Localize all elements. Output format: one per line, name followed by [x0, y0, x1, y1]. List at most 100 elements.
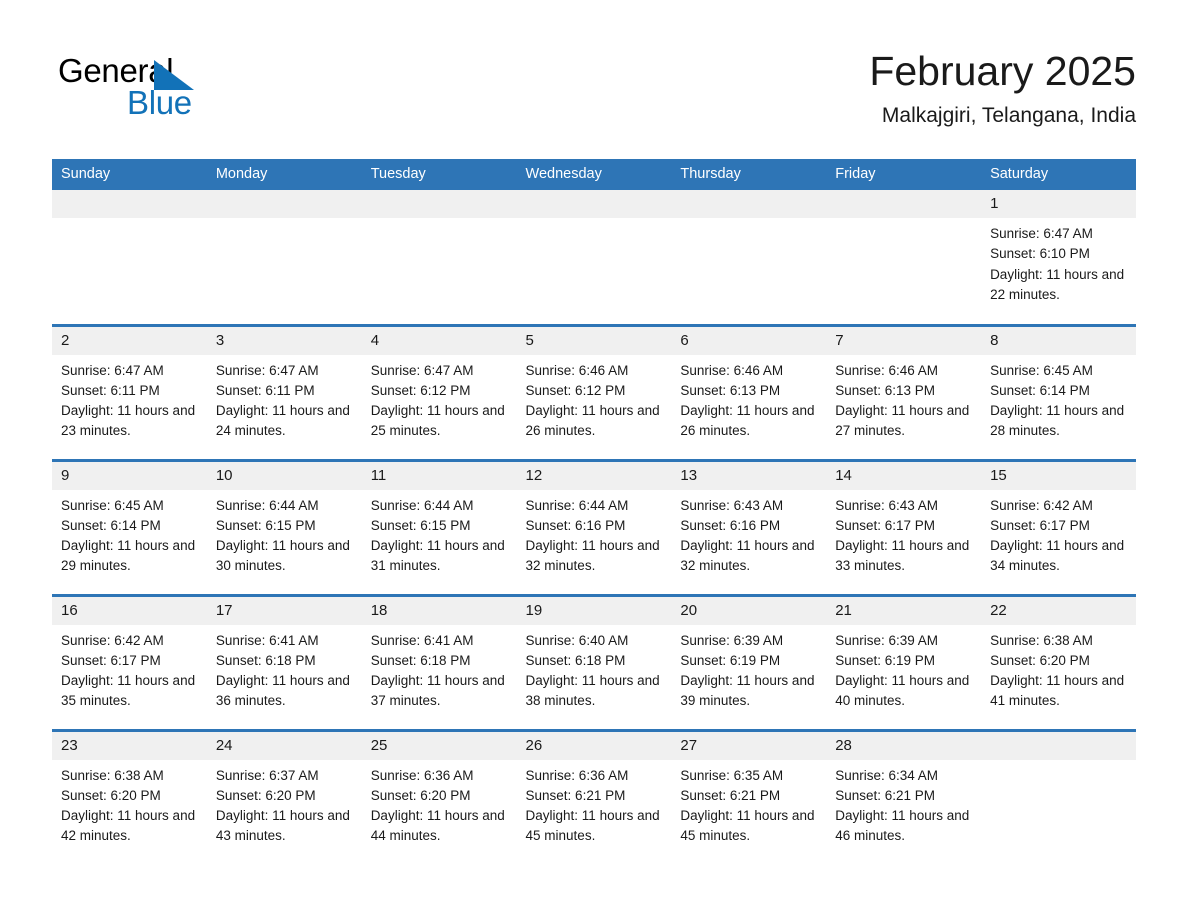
sunset-text: Sunset: 6:17 PM	[835, 517, 936, 533]
calendar-day-cell[interactable]: 15 Sunrise: 6:42 AM Sunset: 6:17 PM Dayligh…	[981, 458, 1136, 595]
daylight-text: Daylight: 11 hours and 45 minutes.	[525, 808, 660, 844]
sunrise-text: Sunrise: 6:45 AM	[61, 497, 164, 513]
day-number: 10	[206, 461, 362, 490]
calendar-day-cell[interactable]: 25 Sunrise: 6:36 AM Sunset: 6:20 PM Dayligh…	[361, 728, 517, 866]
calendar-day-cell[interactable]: 8 Sunrise: 6:45 AM Sunset: 6:14 PM Daylight…	[981, 323, 1136, 460]
daylight-text: Daylight: 11 hours and 28 minutes.	[990, 403, 1125, 439]
day-box: 24 Sunrise: 6:37 AM Sunset: 6:20 PM Dayligh…	[206, 731, 362, 866]
calendar-day-cell[interactable]: 7 Sunrise: 6:46 AM Sunset: 6:13 PM Daylight…	[826, 323, 982, 460]
sunset-text: Sunset: 6:17 PM	[990, 517, 1090, 533]
calendar-day-cell[interactable]: 20 Sunrise: 6:39 AM Sunset: 6:19 PM Dayligh…	[671, 593, 827, 730]
day-sun-info: Sunrise: 6:40 AM Sunset: 6:18 PM Daylight:…	[517, 625, 672, 712]
calendar-day-cell[interactable]: 16 Sunrise: 6:42 AM Sunset: 6:17 PM Dayligh…	[52, 593, 207, 730]
day-box: 16 Sunrise: 6:42 AM Sunset: 6:17 PM Dayligh…	[52, 596, 207, 729]
day-number: 9	[52, 461, 207, 490]
calendar-day-cell[interactable]: 4 Sunrise: 6:47 AM Sunset: 6:12 PM Daylight…	[361, 323, 517, 460]
day-box: 21 Sunrise: 6:39 AM Sunset: 6:19 PM Dayligh…	[826, 596, 982, 729]
calendar-day-cell[interactable]: 10 Sunrise: 6:44 AM Sunset: 6:15 PM Dayligh…	[206, 458, 362, 595]
daylight-text: Daylight: 11 hours and 29 minutes.	[61, 538, 196, 574]
day-number	[516, 190, 672, 218]
day-box: 11 Sunrise: 6:44 AM Sunset: 6:15 PM Dayligh…	[361, 461, 517, 594]
calendar-week-row: 2 Sunrise: 6:47 AM Sunset: 6:11 PM Daylight…	[52, 323, 1136, 460]
day-sun-info: Sunrise: 6:44 AM Sunset: 6:16 PM Daylight:…	[517, 490, 672, 577]
sunrise-text: Sunrise: 6:35 AM	[680, 767, 784, 783]
sunrise-text: Sunrise: 6:36 AM	[370, 767, 474, 783]
calendar-day-cell[interactable]: 3 Sunrise: 6:47 AM Sunset: 6:11 PM Daylight…	[206, 323, 362, 460]
calendar-day-cell[interactable]: 19 Sunrise: 6:40 AM Sunset: 6:18 PM Dayligh…	[516, 593, 672, 730]
daylight-text: Daylight: 11 hours and 43 minutes.	[215, 808, 350, 844]
calendar-day-cell[interactable]: 9 Sunrise: 6:45 AM Sunset: 6:14 PM Daylight…	[52, 458, 207, 595]
calendar-day-cell[interactable]: 23 Sunrise: 6:38 AM Sunset: 6:20 PM Dayligh…	[52, 728, 207, 866]
day-number	[52, 190, 207, 218]
calendar-day-cell[interactable]: 11 Sunrise: 6:44 AM Sunset: 6:15 PM Dayligh…	[361, 458, 517, 595]
day-number	[981, 731, 1136, 760]
sunset-text: Sunset: 6:11 PM	[215, 382, 315, 398]
day-sun-info: Sunrise: 6:45 AM Sunset: 6:14 PM Daylight:…	[52, 490, 207, 577]
calendar-day-cell[interactable]: 22 Sunrise: 6:38 AM Sunset: 6:20 PM Dayligh…	[981, 593, 1136, 730]
day-number: 25	[361, 731, 517, 760]
day-number	[671, 190, 827, 218]
day-number	[361, 190, 517, 218]
day-box: 23 Sunrise: 6:38 AM Sunset: 6:20 PM Dayligh…	[52, 731, 207, 866]
day-box: 25 Sunrise: 6:36 AM Sunset: 6:20 PM Dayligh…	[361, 731, 517, 866]
sunrise-text: Sunrise: 6:39 AM	[680, 632, 784, 648]
sunset-text: Sunset: 6:12 PM	[370, 382, 471, 398]
calendar-day-cell[interactable]: 13 Sunrise: 6:43 AM Sunset: 6:16 PM Dayligh…	[671, 458, 827, 595]
sunset-text: Sunset: 6:18 PM	[215, 652, 316, 668]
calendar-day-cell-empty	[981, 728, 1136, 865]
day-box: 14 Sunrise: 6:43 AM Sunset: 6:17 PM Dayligh…	[826, 461, 982, 594]
day-box: 8 Sunrise: 6:45 AM Sunset: 6:14 PM Daylight…	[981, 326, 1136, 459]
weekday-header-saturday: Saturday	[981, 159, 1136, 190]
sunset-text: Sunset: 6:15 PM	[370, 517, 471, 533]
day-number: 11	[361, 461, 517, 490]
calendar-day-cell[interactable]: 18 Sunrise: 6:41 AM Sunset: 6:18 PM Dayligh…	[361, 593, 517, 730]
daylight-text: Daylight: 11 hours and 41 minutes.	[990, 673, 1125, 709]
calendar-day-cell[interactable]: 28 Sunrise: 6:34 AM Sunset: 6:21 PM Dayligh…	[826, 728, 982, 865]
sunrise-text: Sunrise: 6:42 AM	[990, 497, 1093, 513]
day-number: 28	[826, 731, 982, 760]
sunset-text: Sunset: 6:11 PM	[61, 382, 160, 398]
day-number: 15	[981, 461, 1136, 490]
sunset-text: Sunset: 6:16 PM	[680, 517, 781, 533]
day-box: 19 Sunrise: 6:40 AM Sunset: 6:18 PM Dayligh…	[516, 596, 672, 729]
day-box	[361, 190, 517, 324]
calendar-day-cell-empty	[671, 190, 827, 325]
generalblue-logo[interactable]: General Blue	[52, 52, 312, 126]
calendar-day-cell[interactable]: 1 Sunrise: 6:47 AM Sunset: 6:10 PM Daylight…	[981, 190, 1136, 325]
sunset-text: Sunset: 6:20 PM	[990, 652, 1090, 668]
day-box	[516, 190, 672, 324]
day-box: 27 Sunrise: 6:35 AM Sunset: 6:21 PM Dayligh…	[671, 731, 827, 866]
sunrise-text: Sunrise: 6:37 AM	[215, 767, 319, 783]
calendar-day-cell[interactable]: 27 Sunrise: 6:35 AM Sunset: 6:21 PM Dayligh…	[671, 728, 827, 866]
daylight-text: Daylight: 11 hours and 44 minutes.	[370, 808, 505, 844]
sunset-text: Sunset: 6:19 PM	[835, 652, 936, 668]
day-box: 2 Sunrise: 6:47 AM Sunset: 6:11 PM Daylight…	[52, 326, 207, 459]
calendar-day-cell[interactable]: 26 Sunrise: 6:36 AM Sunset: 6:21 PM Dayligh…	[516, 728, 672, 865]
daylight-text: Daylight: 11 hours and 25 minutes.	[370, 403, 505, 439]
day-box	[206, 190, 362, 324]
daylight-text: Daylight: 11 hours and 32 minutes.	[680, 538, 815, 574]
day-box: 13 Sunrise: 6:43 AM Sunset: 6:16 PM Dayligh…	[671, 461, 827, 594]
calendar-day-cell-empty	[206, 190, 362, 325]
calendar-day-cell[interactable]: 2 Sunrise: 6:47 AM Sunset: 6:11 PM Daylight…	[52, 323, 207, 460]
calendar-day-cell[interactable]: 14 Sunrise: 6:43 AM Sunset: 6:17 PM Dayligh…	[826, 458, 982, 595]
daylight-text: Daylight: 11 hours and 26 minutes.	[680, 403, 815, 439]
calendar-day-cell[interactable]: 12 Sunrise: 6:44 AM Sunset: 6:16 PM Dayligh…	[516, 458, 672, 595]
calendar-day-cell[interactable]: 5 Sunrise: 6:46 AM Sunset: 6:12 PM Daylight…	[516, 323, 672, 460]
title-block: February 2025 Malkajgiri, Telangana, Ind…	[869, 46, 1136, 130]
sunrise-text: Sunrise: 6:43 AM	[835, 497, 939, 513]
day-box: 9 Sunrise: 6:45 AM Sunset: 6:14 PM Daylight…	[52, 461, 207, 594]
calendar-day-cell[interactable]: 6 Sunrise: 6:46 AM Sunset: 6:13 PM Daylight…	[671, 323, 827, 460]
calendar-day-cell[interactable]: 24 Sunrise: 6:37 AM Sunset: 6:20 PM Dayligh…	[206, 728, 362, 866]
day-sun-info: Sunrise: 6:34 AM Sunset: 6:21 PM Daylight:…	[826, 760, 981, 847]
day-sun-info: Sunrise: 6:39 AM Sunset: 6:19 PM Daylight:…	[826, 625, 981, 712]
calendar-day-cell[interactable]: 21 Sunrise: 6:39 AM Sunset: 6:19 PM Dayligh…	[826, 593, 982, 730]
day-number: 4	[361, 326, 517, 355]
day-number: 17	[206, 596, 362, 625]
day-number: 13	[671, 461, 827, 490]
calendar-day-cell[interactable]: 17 Sunrise: 6:41 AM Sunset: 6:18 PM Dayligh…	[206, 593, 362, 730]
daylight-text: Daylight: 11 hours and 35 minutes.	[61, 673, 196, 709]
calendar-week-row: 23 Sunrise: 6:38 AM Sunset: 6:20 PM Dayligh…	[52, 728, 1136, 866]
day-sun-info: Sunrise: 6:36 AM Sunset: 6:20 PM Daylight:…	[362, 760, 517, 847]
calendar-week-row: 9 Sunrise: 6:45 AM Sunset: 6:14 PM Daylight…	[52, 458, 1136, 595]
